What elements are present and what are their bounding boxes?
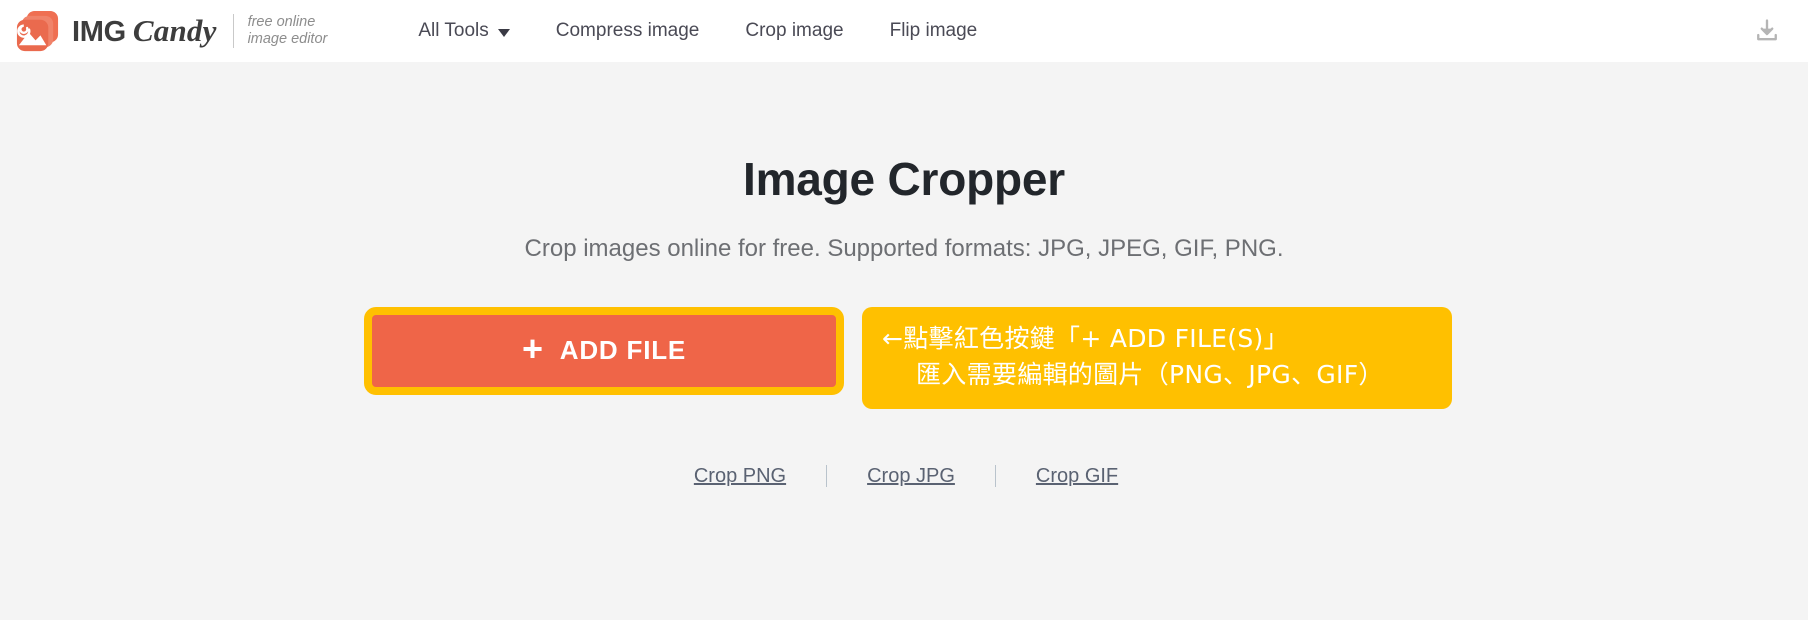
brand-name-candy: Candy <box>132 13 217 48</box>
link-crop-gif[interactable]: Crop GIF <box>996 465 1158 488</box>
download-icon[interactable] <box>1750 14 1784 48</box>
brand-name-img: IMG <box>72 16 126 48</box>
link-crop-jpg[interactable]: Crop JPG <box>827 465 995 488</box>
annotation-callout: ←點擊紅色按鍵「+ ADD FILE(S)」 匯入需要編輯的圖片（PNG、JPG… <box>862 306 1452 409</box>
brand-divider <box>232 14 234 48</box>
annotation-line-2: 匯入需要編輯的圖片（PNG、JPG、GIF） <box>916 359 1384 389</box>
nav-compress-image[interactable]: Compress image <box>533 20 723 42</box>
main-navigation: All Tools Compress image Crop image Flip… <box>395 20 1000 42</box>
brand-tagline: free online image editor <box>248 14 328 48</box>
link-crop-png[interactable]: Crop PNG <box>654 465 826 488</box>
annotation-line-1: ←點擊紅色按鍵「+ ADD FILE(S)」 <box>882 323 1289 353</box>
brand-tagline-line-2: image editor <box>247 31 328 47</box>
page-subtitle: Crop images online for free. Supported f… <box>524 234 1284 262</box>
cta-row: + ADD FILE ←點擊紅色按鍵「+ ADD FILE(S)」 匯入需要編輯… <box>0 306 1808 409</box>
brand-logo-link[interactable]: IMG Candy <box>14 8 217 55</box>
chevron-down-icon <box>497 29 510 37</box>
page-title: Image Cropper <box>742 153 1066 205</box>
brand-wordmark: IMG Candy <box>72 13 217 49</box>
nav-all-tools[interactable]: All Tools <box>395 20 532 42</box>
plus-icon: + <box>521 327 544 369</box>
nav-flip-image[interactable]: Flip image <box>867 20 1001 42</box>
nav-flip-image-label: Flip image <box>889 20 978 41</box>
add-file-button-label: ADD FILE <box>559 335 687 366</box>
main-content: Image Cropper Crop images online for fre… <box>0 62 1808 488</box>
format-links-row: Crop PNG Crop JPG Crop GIF <box>0 465 1808 488</box>
brand-tagline-line-1: free online <box>247 14 316 30</box>
add-file-button[interactable]: + ADD FILE <box>364 306 844 395</box>
nav-all-tools-label: All Tools <box>418 20 489 41</box>
nav-compress-image-label: Compress image <box>555 20 700 41</box>
nav-crop-image-label: Crop image <box>745 20 844 41</box>
site-header: IMG Candy free online image editor All T… <box>0 0 1808 62</box>
img-candy-photo-icon <box>14 8 61 55</box>
nav-crop-image[interactable]: Crop image <box>722 20 866 42</box>
